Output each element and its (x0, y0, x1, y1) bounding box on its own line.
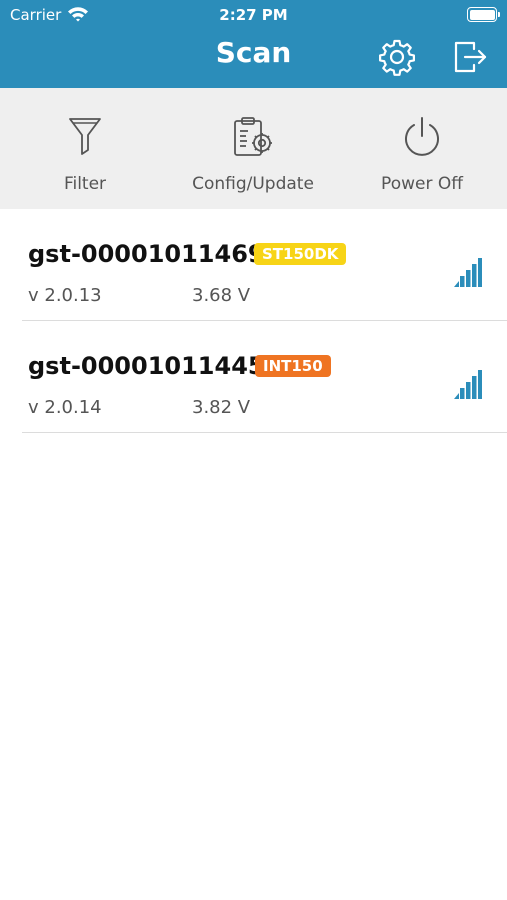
page-title: Scan (215, 36, 292, 69)
power-off-label: Power Off (381, 174, 463, 194)
firmware-version: v 2.0.13 (28, 285, 102, 306)
app-header: Carrier 2:27 PM Scan (0, 0, 507, 88)
filter-icon (69, 118, 101, 155)
firmware-version: v 2.0.14 (28, 397, 102, 418)
clipboard-gear-icon (234, 117, 272, 156)
filter-label: Filter (63, 174, 107, 194)
signal-strength-icon (454, 258, 482, 287)
device-name: gst-000010114451 (28, 352, 282, 380)
device-row[interactable]: gst-000010114692 ST150DK v 2.0.13 3.68 V (22, 209, 507, 321)
gear-icon[interactable] (378, 38, 416, 76)
action-toolbar: Filter Config/Update Power Off (0, 88, 507, 209)
battery-voltage: 3.82 V (192, 397, 251, 418)
clock: 2:27 PM (219, 6, 288, 24)
device-name: gst-000010114692 (28, 240, 282, 268)
config-update-button[interactable]: Config/Update (178, 88, 328, 209)
signal-strength-icon (454, 370, 482, 399)
config-update-label: Config/Update (192, 174, 314, 194)
device-model-badge: ST150DK (254, 243, 347, 265)
device-row[interactable]: gst-000010114451 INT150 v 2.0.14 3.82 V (22, 321, 507, 433)
battery-voltage: 3.68 V (192, 285, 251, 306)
device-model-badge: INT150 (255, 355, 331, 377)
power-off-button[interactable]: Power Off (356, 88, 488, 209)
filter-button[interactable]: Filter (20, 88, 150, 209)
exit-icon[interactable] (452, 40, 488, 74)
battery-full-icon (467, 7, 500, 22)
power-icon (405, 117, 439, 156)
status-bar: Carrier 2:27 PM (0, 0, 507, 30)
